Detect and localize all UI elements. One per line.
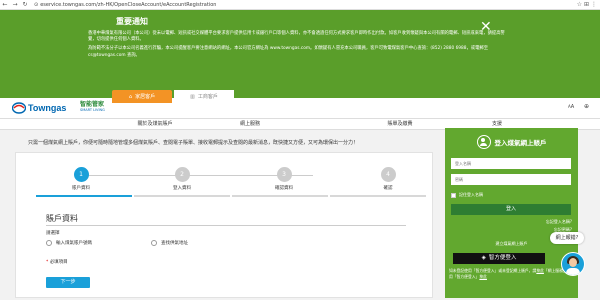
sub-brand-sub: SMART LIVING [80, 108, 105, 112]
intro-text: 只需一個煤氣網上賬戶，你便可隨時隨地管理多個煤氣賬戶、查閱電子賬單、接收電郵提示… [28, 140, 359, 146]
tab-business-label: 工商客戶 [197, 94, 218, 100]
site-header: Towngas 智能管家 SMART LIVING AA ⊕ [0, 98, 600, 118]
iamsmart-note-text: 如未登記使用「智方便登入」或未登記網上賬戶，請 [449, 268, 537, 273]
step-4: 4 確認 [358, 167, 418, 191]
close-icon[interactable]: ✕ [480, 20, 492, 34]
menu-icon[interactable]: ⋮ [591, 0, 597, 10]
url-bar[interactable]: ⊙ eservice.towngas.com/zh-HK/OpenCloseAcc… [34, 0, 216, 10]
step-label: 登入資料 [173, 186, 191, 191]
building-icon: ▥ [190, 93, 195, 100]
remember-checkbox[interactable] [451, 192, 456, 198]
login-title: 登入煤氣網上賬戶 [494, 139, 547, 147]
required-asterisk: * [46, 260, 49, 265]
section-title: 賬戶資料 [46, 214, 78, 223]
extensions-icon[interactable]: ⊞ [584, 0, 589, 10]
required-note-text: 必填項目 [49, 260, 68, 265]
radio-account-number[interactable]: 輸入煤氣賬戶號碼 [46, 240, 92, 246]
password-input[interactable] [451, 174, 571, 185]
avatar-body [566, 268, 580, 275]
iamsmart-login-button[interactable]: ◈ 智方便登入 [453, 253, 545, 264]
iamsmart-icon: ◈ [481, 255, 486, 261]
chat-assistant-avatar[interactable] [561, 252, 585, 276]
radio-label: 輸入煤氣賬戶號碼 [56, 241, 92, 246]
nav-item-account[interactable]: 關於及煤氣賬戶 [120, 119, 190, 130]
step-progress-bar [134, 195, 230, 197]
step-circle: 1 [73, 167, 89, 182]
radio-label: 查找供氣地址 [161, 241, 188, 246]
home-icon: ⌂ [128, 93, 133, 100]
tab-home-customer[interactable]: ⌂ 家居客戶 [112, 90, 172, 103]
avatar-face [569, 258, 577, 267]
question-label: 請選擇 [46, 231, 60, 236]
sub-brand-main: 智能管家 [80, 101, 105, 108]
step-circle: 2 [174, 167, 190, 182]
required-note: * 必填項目 [46, 259, 68, 265]
globe-icon[interactable]: ⊕ [584, 103, 589, 110]
chat-bubble[interactable]: 網上報錯? [550, 232, 584, 244]
url-text: eservice.towngas.com/zh-HK/OpenCloseAcco… [40, 1, 217, 8]
remember-username[interactable]: 記住登入名稱 [451, 192, 483, 198]
iamsmart-link-2[interactable]: 按此 [479, 274, 487, 279]
iamsmart-note: 如未登記使用「智方便登入」或未登記網上賬戶，請按此「網上服務」及使用「智方便登入… [449, 268, 575, 279]
towngas-logo[interactable]: Towngas [12, 102, 66, 114]
iamsmart-link-1[interactable]: 按此 [536, 268, 544, 273]
step-circle: 4 [380, 167, 396, 182]
radio-button[interactable] [151, 240, 157, 246]
username-input[interactable] [451, 158, 571, 169]
iamsmart-label: 智方便登入 [488, 255, 517, 261]
step-label: 確認資料 [275, 186, 293, 191]
forward-arrow-icon[interactable]: → [10, 0, 20, 10]
nav-item-online-services[interactable]: 網上服務 [215, 119, 285, 130]
notice-paragraph: 為防範不法分子以本公司名義進行詐騙，本公司提醒客戶要注意網站的網址，本公司官方網… [88, 46, 488, 58]
login-header: 登入煤氣網上賬戶 [445, 132, 578, 152]
nav-item-billing[interactable]: 賬單及繳費 [365, 119, 435, 130]
tab-business-customer[interactable]: ▥ 工商客戶 [174, 90, 234, 103]
radio-supply-address[interactable]: 查找供氣地址 [151, 240, 188, 246]
tab-home-label: 家居客戶 [135, 94, 156, 100]
important-notice-banner: 重要通知 香港中華煤氣有限公司（本公司）從未以電郵、短訊或社交媒體平台要求客戶提… [0, 10, 600, 98]
step-1: 1 賬戶資料 [51, 167, 111, 191]
forgot-username-link[interactable]: 忘記登入名稱? [546, 219, 572, 225]
step-2: 2 登入資料 [152, 167, 212, 191]
radio-button[interactable] [46, 240, 52, 246]
step-circle: 3 [276, 167, 292, 182]
login-button[interactable]: 登入 [451, 204, 571, 215]
step-label: 賬戶資料 [72, 186, 90, 191]
step-progress-bar [232, 195, 328, 197]
font-size-toggle[interactable]: AA [568, 104, 574, 110]
browser-address-bar: ← → ↻ ⊙ eservice.towngas.com/zh-HK/OpenCl… [0, 0, 600, 10]
towngas-logo-icon [12, 102, 26, 114]
user-icon [476, 135, 491, 149]
site-info-icon[interactable]: ⊙ [34, 2, 38, 8]
notice-paragraph: 香港中華煤氣有限公司（本公司）從未以電郵、短訊或社交媒體平台要求客戶提供信用卡或… [88, 31, 505, 43]
step-progress-bar [330, 195, 426, 197]
back-arrow-icon[interactable]: ← [0, 0, 10, 10]
step-progress-bar [36, 195, 132, 197]
star-icon[interactable]: ☆ [577, 0, 582, 10]
divider [46, 225, 406, 226]
remember-label: 記住登入名稱 [459, 192, 483, 197]
smart-living-logo[interactable]: 智能管家 SMART LIVING [80, 101, 105, 112]
registration-form-panel: 1 賬戶資料 2 登入資料 3 確認資料 4 確認 賬戶資料 請選擇 輸入煤氣賬… [15, 152, 433, 298]
login-panel: 登入煤氣網上賬戶 記住登入名稱 登入 忘記登入名稱? 忘記密碼? 建立煤氣網上賬… [445, 128, 578, 298]
font-size-large[interactable]: A [571, 104, 574, 110]
step-3: 3 確認資料 [254, 167, 314, 191]
next-button[interactable]: 下一步 [46, 277, 90, 288]
reload-icon[interactable]: ↻ [20, 0, 30, 10]
brand-name: Towngas [28, 103, 67, 113]
step-label: 確認 [383, 186, 393, 191]
notice-title: 重要通知 [116, 17, 148, 26]
